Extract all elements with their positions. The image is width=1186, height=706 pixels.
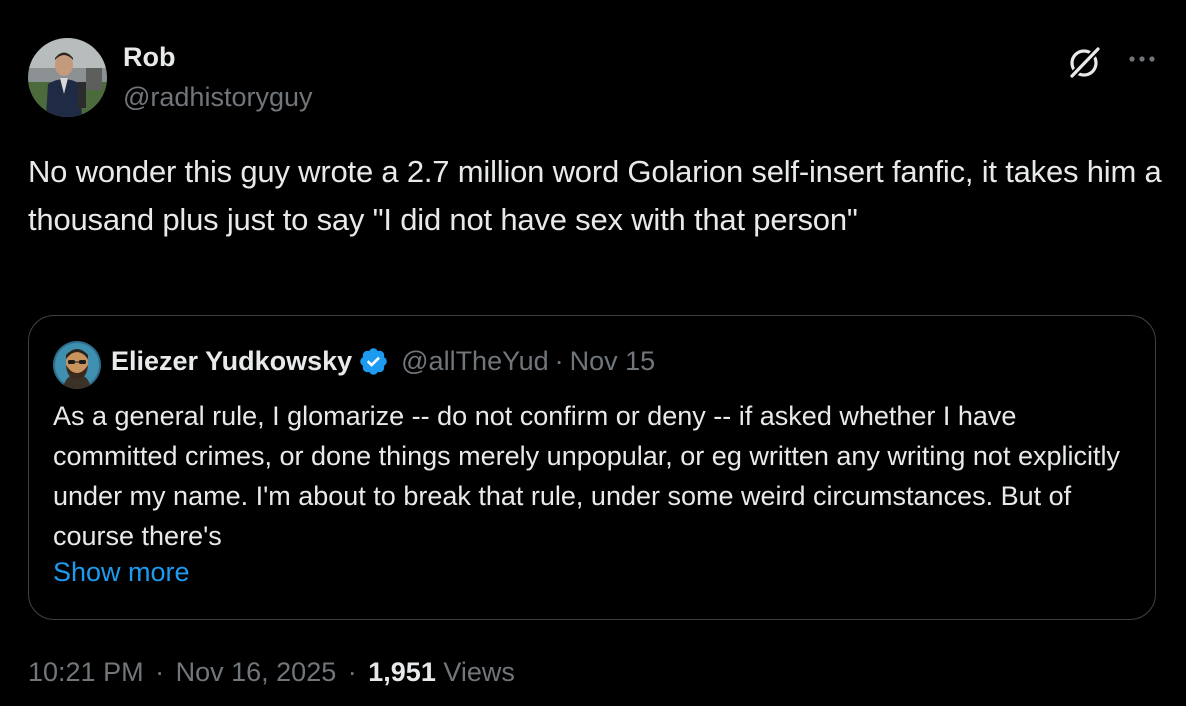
quote-text: As a general rule, I glomarize -- do not… (53, 401, 1120, 551)
quote-author-handle[interactable]: @allTheYud (401, 346, 549, 377)
views-label: Views (443, 657, 515, 687)
author-avatar-image (28, 38, 107, 117)
grok-icon[interactable] (1064, 42, 1104, 82)
author-name[interactable]: Rob (123, 42, 175, 73)
more-options-icon[interactable] (1122, 42, 1162, 82)
quote-author-avatar[interactable] (53, 341, 101, 389)
tweet-time[interactable]: 10:21 PM (28, 657, 144, 687)
author-handle[interactable]: @radhistoryguy (123, 82, 313, 113)
author-avatar[interactable] (28, 38, 107, 117)
quote-author-name[interactable]: Eliezer Yudkowsky (111, 346, 352, 377)
footer-separator: · (155, 657, 165, 687)
tweet-footer: 10:21 PM · Nov 16, 2025 · 1,951 Views (28, 657, 515, 688)
tweet-date[interactable]: Nov 16, 2025 (176, 657, 337, 687)
show-more-link[interactable]: Show more (53, 557, 190, 588)
quote-date[interactable]: Nov 15 (570, 346, 656, 377)
footer-separator: · (347, 657, 357, 687)
quote-author-avatar-image (53, 341, 101, 389)
quoted-tweet-card[interactable]: Eliezer Yudkowsky @allTheYud · Nov 15 As… (28, 315, 1156, 620)
views-count: 1,951 (368, 657, 436, 687)
quote-header: Eliezer Yudkowsky @allTheYud · Nov 15 (111, 346, 655, 377)
quote-meta-separator: · (554, 346, 564, 376)
verified-badge-icon (360, 348, 387, 375)
tweet-text: No wonder this guy wrote a 2.7 million w… (28, 154, 1162, 237)
